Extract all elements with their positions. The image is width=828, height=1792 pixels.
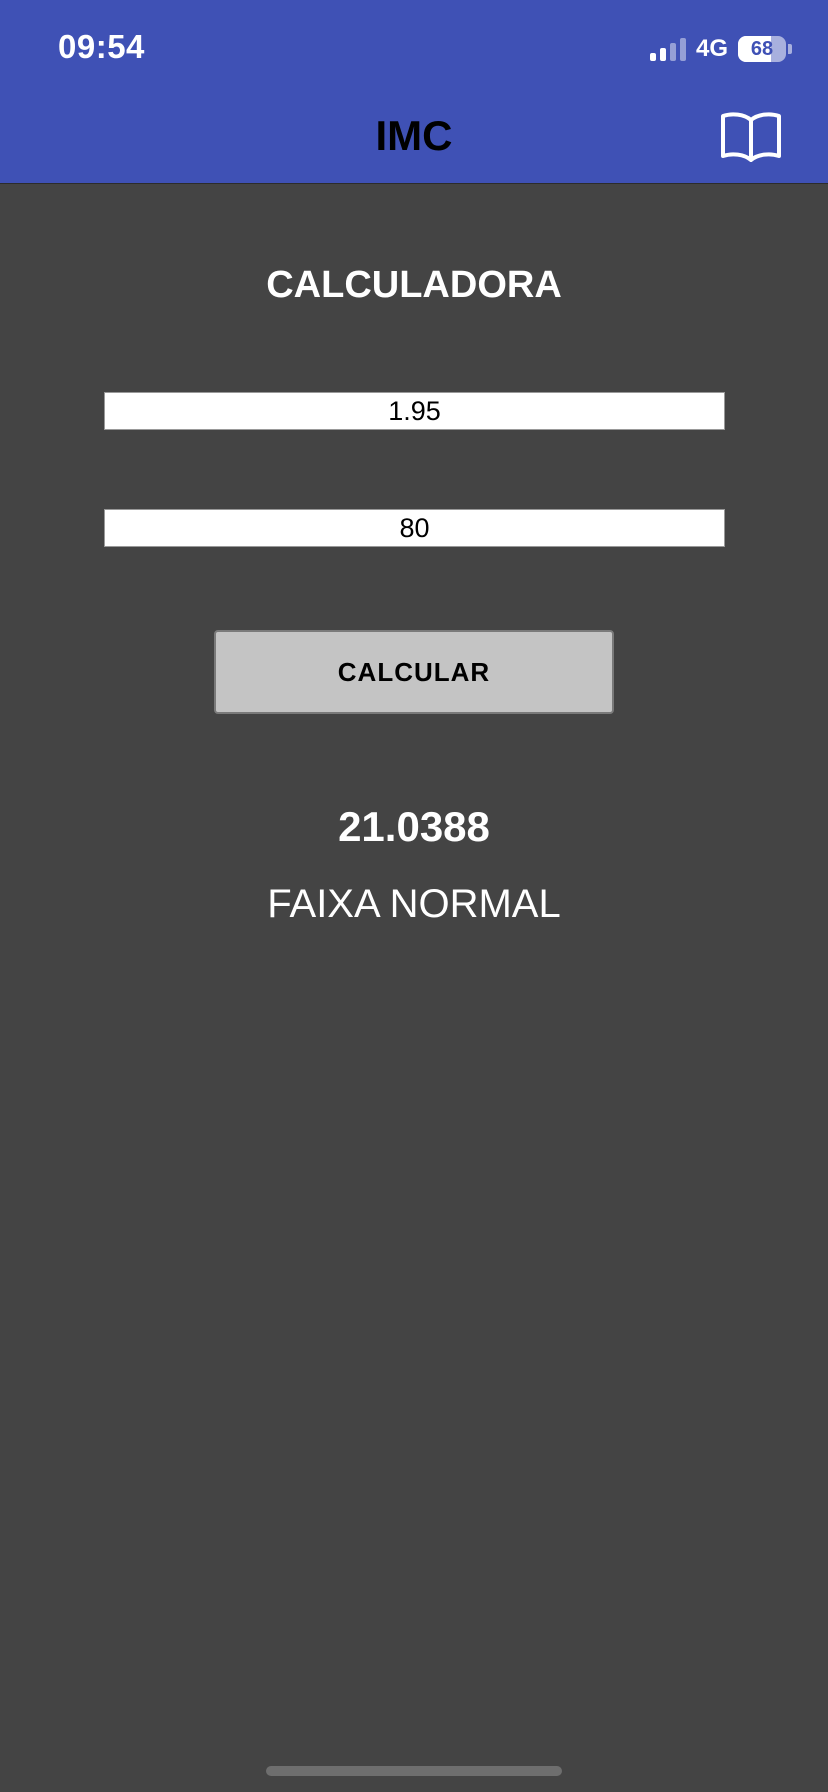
bmi-category: FAIXA NORMAL [267, 882, 561, 926]
home-indicator[interactable] [266, 1766, 562, 1776]
weight-input[interactable] [104, 509, 725, 547]
battery-icon: 68 [738, 36, 786, 62]
calculator-title: CALCULADORA [266, 264, 562, 306]
battery-level: 68 [750, 37, 774, 60]
app-header: 09:54 4G 68 IMC [0, 0, 828, 184]
calculate-button[interactable]: CALCULAR [214, 630, 614, 714]
bmi-result-value: 21.0388 [338, 803, 490, 850]
book-open-icon[interactable] [720, 108, 782, 164]
status-time: 09:54 [58, 28, 145, 65]
screen: 09:54 4G 68 IMC CALCULADORA 1.95 80 CALC… [0, 0, 828, 1792]
height-input[interactable] [104, 392, 725, 430]
network-type: 4G [695, 35, 728, 62]
status-indicators: 4G 68 [649, 34, 792, 64]
app-title: IMC [375, 112, 453, 159]
signal-icon [649, 37, 686, 61]
